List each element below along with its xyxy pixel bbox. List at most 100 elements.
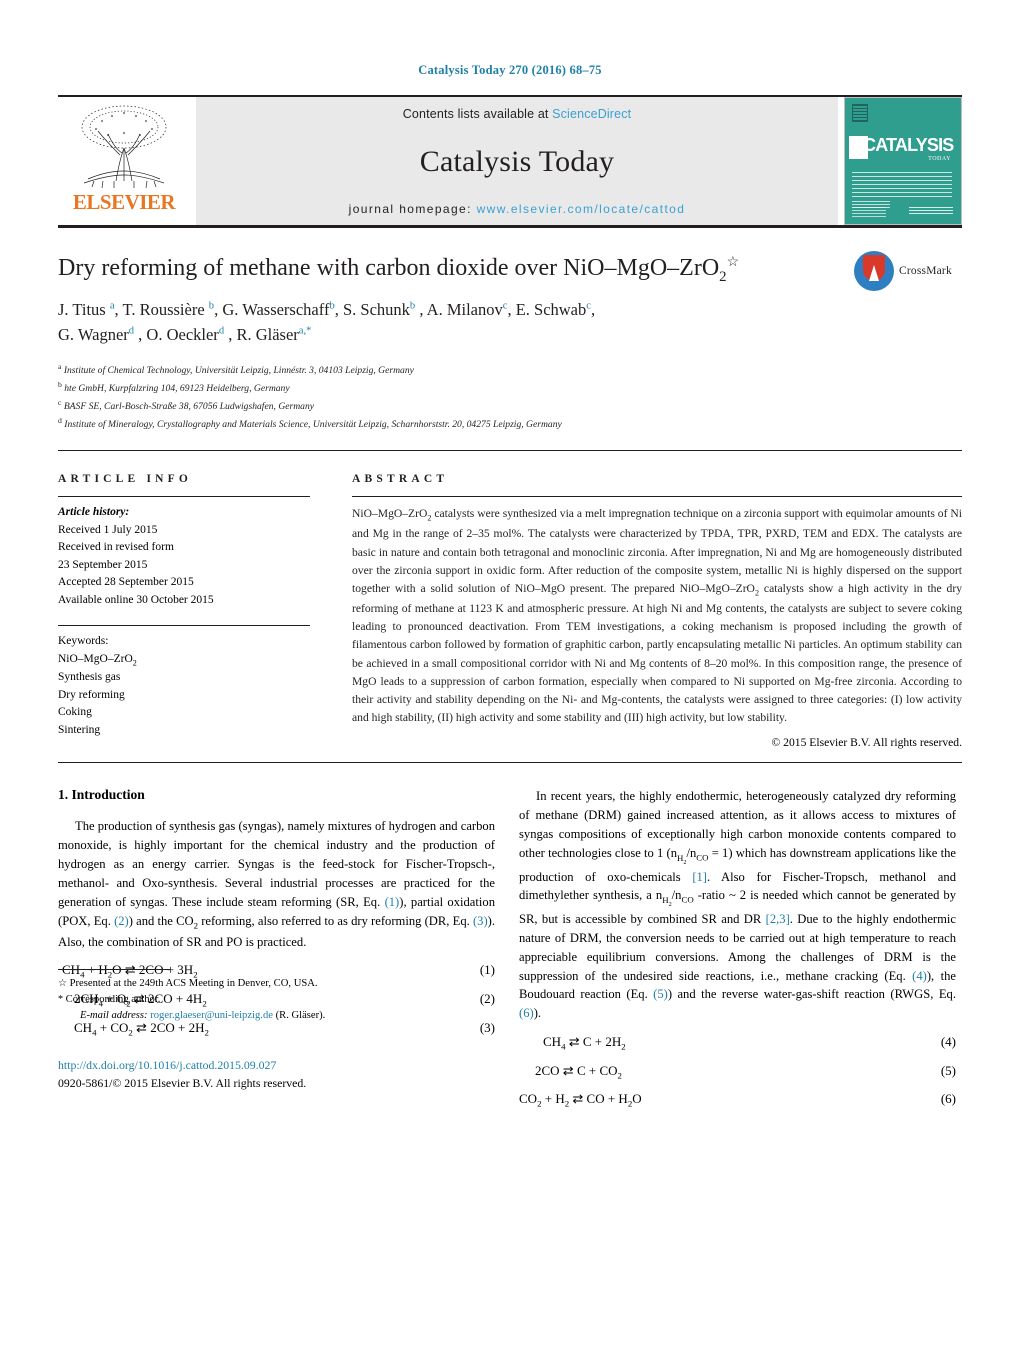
article-history-label: Article history: xyxy=(58,506,130,519)
equation-6-number: (6) xyxy=(940,1091,956,1107)
eq-ref-1-link[interactable]: (1) xyxy=(385,895,400,909)
author-line-2: G. Wagnerd , O. Oecklerd , R. Gläsera,* xyxy=(58,324,312,344)
footnote-conference-text: Presented at the 249th ACS Meeting in De… xyxy=(69,978,318,990)
journal-cover-thumbnail: CATALYSIS TODAY xyxy=(844,97,962,225)
homepage-prefix: journal homepage: xyxy=(348,202,477,216)
footnote-rule xyxy=(58,969,170,971)
equation-5: 2CO ⇄ C + CO2 (5) xyxy=(519,1063,956,1081)
equation-6: CO2 + H2 ⇄ CO + H2O (6) xyxy=(519,1091,956,1109)
history-item-1: Received in revised form xyxy=(58,541,174,554)
body-right-column: In recent years, the highly endothermic,… xyxy=(519,787,956,1120)
equation-4: CH4 ⇄ C + 2H2 (4) xyxy=(519,1034,956,1052)
affiliation-d: d Institute of Mineralogy, Crystallograp… xyxy=(58,415,962,433)
equation-4-body: CH4 ⇄ C + 2H2 xyxy=(543,1034,626,1052)
affiliation-b: b hte GmbH, Kurpfalzring 104, 69123 Heid… xyxy=(58,379,962,397)
eq-ref-5-link[interactable]: (5) xyxy=(653,987,668,1001)
eq-ref-4-link[interactable]: (4) xyxy=(912,969,927,983)
author-line-1: J. Titus a, T. Roussière b, G. Wassersch… xyxy=(58,299,596,319)
keywords-block: Keywords: NiO–MgO–ZrO2 Synthesis gas Dry… xyxy=(58,633,310,739)
cover-subtitle: TODAY xyxy=(928,156,951,162)
elsevier-tree-icon xyxy=(81,105,167,189)
eq-ref-2-link[interactable]: (2) xyxy=(114,914,129,928)
title-bottom-rule xyxy=(58,450,962,452)
citation-1-link[interactable]: [1] xyxy=(692,870,707,884)
intro-paragraph-right: In recent years, the highly endothermic,… xyxy=(519,789,957,1021)
sciencedirect-link[interactable]: ScienceDirect xyxy=(552,107,631,121)
crossmark-badge[interactable]: CrossMark xyxy=(854,248,962,294)
article-info-heading: ARTICLE INFO xyxy=(58,473,193,486)
citation-2-3-link[interactable]: [2,3] xyxy=(766,912,790,926)
eq-ref-6-link[interactable]: (6) xyxy=(519,1006,534,1020)
journal-banner: Contents lists available at ScienceDirec… xyxy=(196,97,838,225)
cover-elsevier-mark-icon xyxy=(852,104,868,122)
elsevier-wordmark: ELSEVIER xyxy=(72,190,176,214)
cover-sd-box xyxy=(909,207,953,216)
abstract-copyright: © 2015 Elsevier B.V. All rights reserved… xyxy=(771,736,962,750)
article-info-column: ARTICLE INFO Article history: Received 1… xyxy=(58,473,310,749)
article-title-main: Dry reforming of methane with carbon dio… xyxy=(58,255,720,281)
affiliation-c-mark: c xyxy=(58,397,62,407)
affiliation-c: c BASF SE, Carl-Bosch-Straße 38, 67056 L… xyxy=(58,397,962,415)
eq-ref-3-link[interactable]: (3) xyxy=(473,914,488,928)
email-address-label: E-mail address: xyxy=(80,1010,148,1022)
email-address-link[interactable]: roger.glaeser@uni-leipzig.de xyxy=(150,1010,273,1021)
keyword-item-1: Synthesis gas xyxy=(58,671,121,684)
history-item-2: 23 September 2015 xyxy=(58,558,148,571)
history-item-0: Received 1 July 2015 xyxy=(58,523,158,536)
elsevier-logo: ELSEVIER xyxy=(58,97,190,225)
equation-6-body: CO2 + H2 ⇄ CO + H2O xyxy=(519,1091,642,1110)
keyword-item-2: Dry reforming xyxy=(58,688,125,701)
footnote-corresponding-text: Corresponding author. xyxy=(65,994,161,1006)
body-left-column: 1. Introduction The production of synthe… xyxy=(58,787,495,1120)
doi-block: http://dx.doi.org/10.1016/j.cattod.2015.… xyxy=(58,1057,495,1092)
abstract-column: ABSTRACT NiO–MgO–ZrO2 catalysts were syn… xyxy=(352,473,962,749)
affiliation-c-text: BASF SE, Carl-Bosch-Straße 38, 67056 Lud… xyxy=(63,401,315,413)
footnote-star-mark: ☆ xyxy=(58,978,67,990)
info-abstract-region: ARTICLE INFO Article history: Received 1… xyxy=(58,473,962,749)
email-person: (R. Gläser). xyxy=(275,1010,326,1022)
affiliation-b-mark: b xyxy=(58,380,62,390)
article-page: Catalysis Today 270 (2016) 68–75 ELSEVIE… xyxy=(0,0,1020,1351)
cover-title: CATALYSIS xyxy=(863,135,954,155)
cover-footer-lines xyxy=(852,207,886,217)
abstract-text: NiO–MgO–ZrO2 catalysts were synthesized … xyxy=(352,507,962,725)
crossmark-label: CrossMark xyxy=(899,265,952,277)
doi-link[interactable]: http://dx.doi.org/10.1016/j.cattod.2015.… xyxy=(58,1057,495,1074)
article-history: Article history: Received 1 July 2015 Re… xyxy=(58,504,310,609)
history-item-3: Accepted 28 September 2015 xyxy=(58,576,194,589)
keyword-item-0: NiO–MgO–ZrO2 xyxy=(58,652,137,667)
keywords-label: Keywords: xyxy=(58,635,109,648)
footnote-email-line: E-mail address: roger.glaeser@uni-leipzi… xyxy=(58,1008,495,1024)
history-item-4: Available online 30 October 2015 xyxy=(58,593,214,606)
contents-prefix: Contents lists available at xyxy=(402,107,553,121)
journal-title: Catalysis Today xyxy=(419,144,615,178)
equation-5-body: 2CO ⇄ C + CO2 xyxy=(535,1062,622,1081)
body-columns: 1. Introduction The production of synthe… xyxy=(58,787,962,1120)
equation-5-number: (5) xyxy=(940,1062,956,1078)
article-info-rule xyxy=(58,496,310,498)
intro-paragraph-left: The production of synthesis gas (syngas)… xyxy=(58,819,495,949)
affiliation-a-text: Institute of Chemical Technology, Univer… xyxy=(63,365,414,377)
affiliation-d-text: Institute of Mineralogy, Crystallography… xyxy=(64,418,562,430)
keyword-item-4: Sintering xyxy=(58,723,101,736)
section-heading-introduction: 1. Introduction xyxy=(58,787,145,803)
title-footnote-mark: ☆ xyxy=(726,255,740,270)
footnote-block: ☆ Presented at the 249th ACS Meeting in … xyxy=(58,969,495,1024)
affiliation-list: a Institute of Chemical Technology, Univ… xyxy=(58,361,962,432)
keywords-rule xyxy=(58,625,310,627)
journal-homepage-line: journal homepage: www.elsevier.com/locat… xyxy=(349,202,686,216)
journal-masthead: ELSEVIER Contents lists available at Sci… xyxy=(58,95,962,225)
author-list: J. Titus a, T. Roussière b, G. Wassersch… xyxy=(58,298,962,348)
abstract-bottom-rule xyxy=(58,762,962,764)
footnote-corresponding: * Corresponding author. xyxy=(58,992,495,1008)
contents-list-line: Contents lists available at ScienceDirec… xyxy=(403,107,631,121)
article-title-subscript: 2 xyxy=(719,268,727,285)
running-head: Catalysis Today 270 (2016) 68–75 xyxy=(418,63,602,77)
affiliation-a-mark: a xyxy=(58,362,62,372)
cover-sciencedirect-mark xyxy=(909,205,953,216)
equation-4-number: (4) xyxy=(940,1034,956,1050)
masthead-bottom-rule xyxy=(58,225,962,228)
footnote-conference: ☆ Presented at the 249th ACS Meeting in … xyxy=(58,976,495,992)
affiliation-a: a Institute of Chemical Technology, Univ… xyxy=(58,361,962,379)
homepage-url-link[interactable]: www.elsevier.com/locate/cattod xyxy=(477,202,686,216)
